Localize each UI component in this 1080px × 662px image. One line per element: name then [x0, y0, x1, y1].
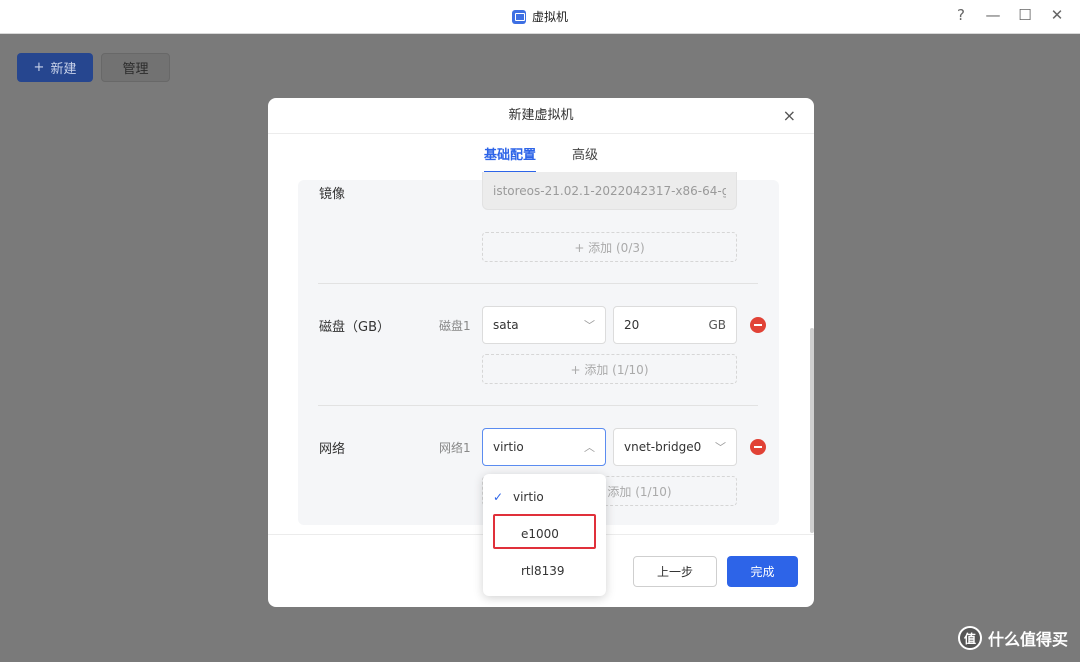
- help-icon[interactable]: ?: [952, 6, 970, 24]
- manage-button[interactable]: 管理: [101, 53, 170, 82]
- window-titlebar: 虚拟机 ? — ☐ ✕: [0, 0, 1080, 34]
- dropdown-option-virtio[interactable]: ✓ virtio: [483, 482, 606, 512]
- disk-size-unit: GB: [708, 318, 726, 332]
- network-label: 网络: [319, 442, 346, 457]
- remove-network-icon[interactable]: [750, 439, 766, 455]
- tab-basic-config[interactable]: 基础配置: [483, 140, 536, 173]
- maximize-icon[interactable]: ☐: [1016, 6, 1034, 24]
- add-disk-button[interactable]: + 添加 (1/10): [482, 354, 737, 384]
- new-vm-button[interactable]: + 新建: [17, 53, 93, 82]
- annotation-highlight-box: [493, 514, 596, 549]
- finish-button[interactable]: 完成: [727, 556, 798, 587]
- network-bridge-select[interactable]: vnet-bridge0 ﹀: [613, 428, 737, 466]
- chevron-down-icon: ﹀: [715, 441, 726, 454]
- check-icon: ✓: [492, 490, 504, 504]
- remove-disk-icon[interactable]: [750, 317, 766, 333]
- plus-icon: +: [33, 60, 45, 75]
- tab-advanced[interactable]: 高级: [572, 140, 598, 173]
- dialog-title: 新建虚拟机: [268, 98, 814, 134]
- watermark-logo: 值: [957, 626, 982, 650]
- network-model-value: virtio: [493, 440, 524, 454]
- window-controls: ? — ☐ ✕: [952, 6, 1066, 24]
- previous-step-button[interactable]: 上一步: [633, 556, 717, 587]
- disk1-label: 磁盘1: [439, 319, 471, 333]
- disk-size-value: 20: [624, 318, 640, 332]
- disk-size-input[interactable]: 20 GB: [613, 306, 737, 344]
- dropdown-option-label: rtl8139: [521, 564, 565, 578]
- watermark: 值 什么值得买: [957, 626, 1068, 650]
- network-model-select[interactable]: virtio ︿: [482, 428, 606, 466]
- image-field: istoreos-21.02.1-2022042317-x86-64-ger: [482, 172, 737, 210]
- watermark-text: 什么值得买: [987, 630, 1068, 649]
- disk-bus-select[interactable]: sata ﹀: [482, 306, 606, 344]
- window-close-icon[interactable]: ✕: [1048, 6, 1066, 24]
- chevron-up-icon: ︿: [584, 441, 595, 454]
- window-title: 虚拟机: [532, 10, 569, 24]
- main-toolbar: + 新建 管理: [17, 53, 170, 82]
- dropdown-option-rtl8139[interactable]: rtl8139: [483, 556, 606, 586]
- image-value: istoreos-21.02.1-2022042317-x86-64-ger: [493, 183, 726, 198]
- dialog-close-icon[interactable]: ×: [783, 106, 796, 125]
- disk-bus-value: sata: [493, 318, 519, 332]
- disk-label: 磁盘（GB）: [319, 320, 390, 335]
- dialog-tabs: 基础配置 高级: [268, 140, 814, 173]
- chevron-down-icon: ﹀: [584, 319, 595, 332]
- dropdown-option-label: virtio: [513, 490, 544, 504]
- divider: [318, 283, 758, 284]
- window-title-group: 虚拟机: [512, 8, 568, 25]
- divider: [318, 405, 758, 406]
- image-label: 镜像: [319, 187, 346, 202]
- dialog-scrollbar[interactable]: [810, 328, 814, 533]
- minimize-icon[interactable]: —: [984, 6, 1002, 24]
- network1-label: 网络1: [439, 441, 471, 455]
- add-image-button[interactable]: + 添加 (0/3): [482, 232, 737, 262]
- network-bridge-value: vnet-bridge0: [624, 440, 702, 454]
- new-vm-label: 新建: [50, 62, 77, 77]
- vm-app-icon: [512, 9, 526, 24]
